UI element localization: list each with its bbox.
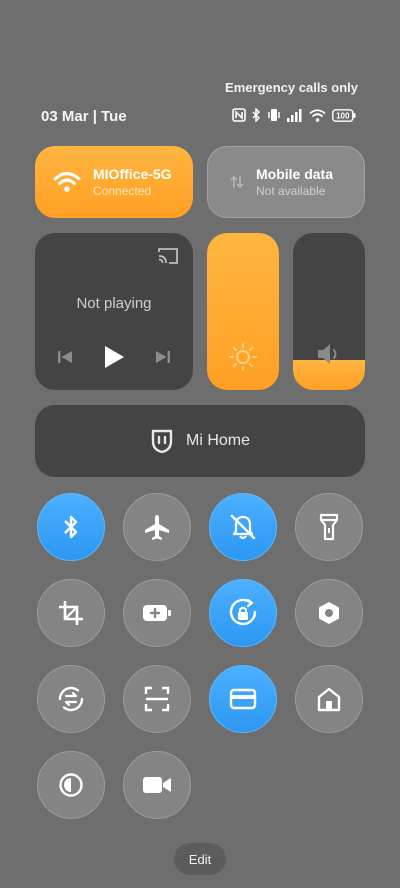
- mi-home-icon: [151, 429, 173, 454]
- screen-recorder-toggle[interactable]: [123, 751, 191, 819]
- auto-rotate-lock-toggle[interactable]: [209, 579, 277, 647]
- battery-icon: 100: [332, 108, 356, 122]
- wifi-tile[interactable]: MIOffice-5G Connected: [35, 146, 193, 218]
- wifi-icon: [309, 108, 326, 122]
- volume-slider[interactable]: [293, 233, 365, 390]
- mi-home-tile[interactable]: Mi Home: [35, 405, 365, 477]
- status-icons: 100: [232, 108, 356, 122]
- silent-toggle[interactable]: [209, 493, 277, 561]
- home-icon: [317, 687, 341, 712]
- bluetooth-icon: [252, 108, 261, 122]
- media-status: Not playing: [76, 295, 152, 312]
- airplane-icon: [145, 515, 169, 540]
- volume-icon: [318, 344, 337, 364]
- date-label: 03 Mar | Tue: [41, 108, 127, 125]
- screenshot-toggle[interactable]: [37, 579, 105, 647]
- signal-icon: [287, 108, 302, 122]
- hexagon-gear-icon: [319, 602, 339, 624]
- emergency-calls-text: Emergency calls only: [225, 80, 358, 95]
- play-icon[interactable]: [103, 345, 125, 369]
- battery-level: 100: [336, 111, 350, 120]
- home-toggle[interactable]: [295, 665, 363, 733]
- mobile-data-title: Mobile data: [256, 166, 334, 182]
- brightness-slider[interactable]: [207, 233, 279, 390]
- video-camera-icon: [143, 777, 171, 793]
- flashlight-toggle[interactable]: [295, 493, 363, 561]
- rotate-lock-icon: [229, 598, 257, 626]
- reading-mode-toggle[interactable]: [37, 751, 105, 819]
- card-icon: [229, 688, 257, 710]
- previous-icon[interactable]: [57, 349, 73, 365]
- bluetooth-icon: [64, 515, 78, 539]
- media-player-tile[interactable]: Not playing: [35, 233, 193, 390]
- mobile-data-status: Not available: [256, 184, 326, 198]
- battery-saver-toggle[interactable]: [123, 579, 191, 647]
- battery-plus-icon: [143, 605, 171, 621]
- mobile-data-tile[interactable]: Mobile data Not available: [207, 146, 365, 218]
- bell-off-icon: [230, 514, 256, 540]
- nfc-icon: [232, 108, 246, 122]
- cast-icon[interactable]: [157, 247, 179, 265]
- scan-icon: [144, 686, 170, 712]
- card-toggle[interactable]: [209, 665, 277, 733]
- next-icon[interactable]: [155, 349, 171, 365]
- scanner-toggle[interactable]: [123, 665, 191, 733]
- vibrate-icon: [268, 109, 280, 121]
- flashlight-icon: [319, 513, 339, 541]
- settings-toggle[interactable]: [295, 579, 363, 647]
- mobile-data-icon: [230, 175, 244, 189]
- vpn-toggle[interactable]: [37, 665, 105, 733]
- edit-button[interactable]: Edit: [174, 843, 226, 875]
- wifi-status: Connected: [93, 184, 152, 198]
- sync-arrows-icon: [58, 686, 84, 712]
- wifi-icon: [53, 172, 81, 192]
- mi-home-label: Mi Home: [185, 432, 250, 449]
- brightness-icon: [229, 343, 257, 371]
- contrast-icon: [59, 773, 83, 797]
- wifi-network-name: MIOffice-5G: [93, 166, 172, 182]
- crop-icon: [59, 601, 83, 625]
- airplane-mode-toggle[interactable]: [123, 493, 191, 561]
- bluetooth-toggle[interactable]: [37, 493, 105, 561]
